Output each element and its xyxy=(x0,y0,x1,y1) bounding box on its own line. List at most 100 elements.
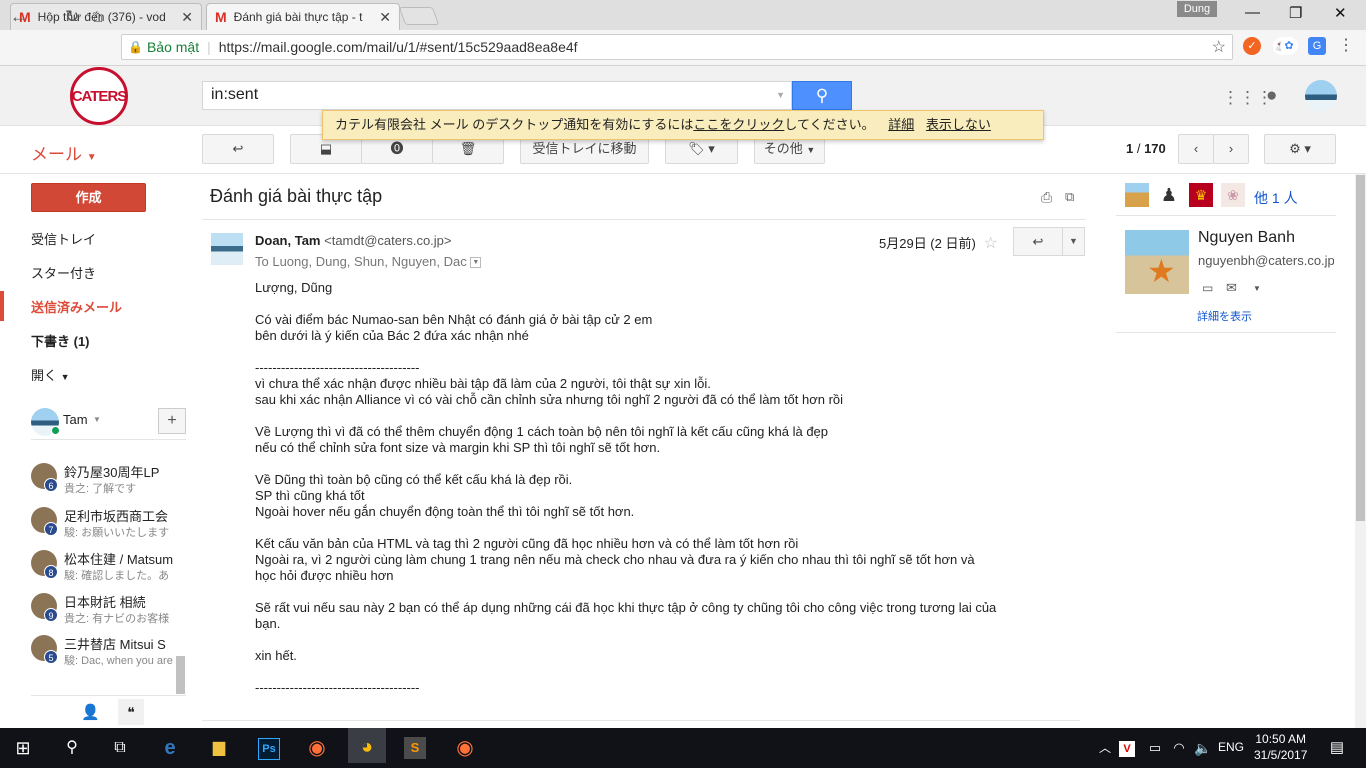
home-icon[interactable]: ⌂ xyxy=(93,7,103,27)
print-icon[interactable]: ⎙ xyxy=(1041,189,1052,206)
participant-avatar[interactable] xyxy=(1125,183,1149,207)
minimize-icon[interactable]: — xyxy=(1245,4,1260,21)
chat-snippet: 駿: お願いいたします xyxy=(64,527,170,539)
system-clock[interactable]: 10:50 AM 31/5/2017 xyxy=(1254,731,1307,763)
add-chat-button[interactable]: + xyxy=(158,408,186,434)
notif-details-link[interactable]: 詳細 xyxy=(888,117,914,132)
extension-blue-icon[interactable]: ✿ xyxy=(1280,37,1298,55)
new-tab-button[interactable] xyxy=(398,7,440,25)
url-bar[interactable]: 🔒 Bảo mật | https://mail.google.com/mail… xyxy=(121,34,1233,60)
bookmark-star-icon[interactable]: ☆ xyxy=(1212,37,1226,57)
nav-starred[interactable]: スター付き xyxy=(31,263,96,282)
forward-icon[interactable]: → xyxy=(38,7,55,27)
participant-avatar[interactable]: ❀ xyxy=(1221,183,1245,207)
scrollbar-thumb[interactable] xyxy=(1356,175,1365,521)
mail-icon[interactable]: ✉ xyxy=(1226,280,1237,296)
chat-bubble-icon[interactable]: ▭ xyxy=(1202,281,1213,295)
contact-name[interactable]: Nguyen Banh xyxy=(1198,229,1295,247)
browser-menu-icon[interactable]: ⋮ xyxy=(1337,37,1355,55)
pager-total: 170 xyxy=(1144,141,1166,156)
language-indicator[interactable]: ENG xyxy=(1218,740,1244,754)
maximize-icon[interactable]: ❐ xyxy=(1289,4,1302,22)
gmail-icon: M xyxy=(215,9,227,25)
star-icon[interactable]: ☆ xyxy=(983,235,997,252)
photoshop-icon[interactable]: Ps xyxy=(254,733,284,763)
browser-tab-active[interactable]: M Đánh giá bài thực tập - t ✕ xyxy=(206,3,400,30)
search-icon[interactable]: ⚲ xyxy=(57,733,87,763)
settings-button[interactable]: ⚙ ▾ xyxy=(1264,134,1336,164)
body-line: Lượng, Dũng xyxy=(255,280,333,295)
volume-icon[interactable]: 🔈 xyxy=(1188,733,1218,763)
contacts-icon[interactable]: 👤 xyxy=(81,703,100,721)
account-avatar[interactable] xyxy=(1305,80,1337,112)
windows-start-icon[interactable]: ⊞ xyxy=(8,733,38,763)
file-explorer-icon[interactable]: ▆ xyxy=(204,733,234,763)
chat-item[interactable]: 7 足利市坂西商工会 駿: お願いいたします xyxy=(31,504,181,546)
chat-item[interactable]: 5 三井替店 Mitsui S 駿: Dac, when you are xyxy=(31,632,181,674)
older-button[interactable]: › xyxy=(1213,134,1249,164)
show-details-icon[interactable]: ▼ xyxy=(470,257,482,269)
chat-snippet: 駿: 確認しました。あ xyxy=(64,570,170,582)
nav-more[interactable]: 開く ▼ xyxy=(31,365,70,384)
antivirus-icon[interactable]: V xyxy=(1116,733,1138,763)
search-input[interactable]: in:sent ▼ xyxy=(202,81,792,110)
firefox-icon[interactable]: ◉ xyxy=(450,733,480,763)
firefox-icon[interactable]: ◉ xyxy=(302,733,332,763)
edge-icon[interactable]: e xyxy=(155,733,185,763)
participant-avatar[interactable]: ♟ xyxy=(1157,183,1181,207)
search-button[interactable]: ⚲ xyxy=(792,81,852,110)
body-line: SP thì cũng khá tốt xyxy=(255,488,365,503)
newer-button[interactable]: ‹ xyxy=(1178,134,1214,164)
compose-button[interactable]: 作成 xyxy=(31,183,146,212)
hangouts-scrollbar[interactable] xyxy=(176,656,185,694)
chevron-down-icon: ▼ xyxy=(93,415,101,424)
recipients-line: To Luong, Dung, Shun, Nguyen, Dac ▼ xyxy=(255,254,482,269)
notif-enable-link[interactable]: ここをクリック xyxy=(693,117,784,132)
nav-inbox[interactable]: 受信トレイ xyxy=(31,229,96,248)
chat-item[interactable]: 8 松本住建 / Matsum 駿: 確認しました。あ xyxy=(31,547,181,589)
chevron-right-icon: › xyxy=(1228,141,1234,156)
show-details-link[interactable]: 詳細を表示 xyxy=(1197,308,1252,324)
task-view-icon[interactable]: ⧉ xyxy=(105,733,135,763)
action-center-icon[interactable]: ▤ xyxy=(1322,733,1352,763)
hangouts-icon[interactable]: ❝ xyxy=(118,699,144,725)
body-line xyxy=(255,632,1085,648)
sender-name[interactable]: Doan, Tam xyxy=(255,233,321,248)
back-to-sent-button[interactable]: ↩ xyxy=(202,134,274,164)
hangouts-me[interactable]: Tam ▼ + xyxy=(31,408,186,436)
sublime-icon[interactable]: S xyxy=(400,733,430,763)
chat-item[interactable]: 9 日本財託 相続 貴之: 有ナビのお客様 xyxy=(31,590,181,632)
translate-icon[interactable]: G xyxy=(1308,37,1326,55)
reply-button[interactable]: ↩ xyxy=(1013,227,1063,256)
participant-avatar[interactable]: ♛ xyxy=(1189,183,1213,207)
sender-avatar[interactable] xyxy=(211,233,243,265)
chevron-down-icon[interactable]: ▼ xyxy=(1253,284,1261,293)
search-options-icon[interactable]: ▼ xyxy=(776,90,785,100)
reload-icon[interactable]: ↻ xyxy=(65,7,79,27)
chat-item[interactable]: 6 鈴乃屋30周年LP 貴之: 了解です xyxy=(31,460,181,502)
chevron-down-icon: ▼ xyxy=(1069,236,1078,246)
nav-drafts[interactable]: 下書き (1) xyxy=(31,331,90,350)
close-icon[interactable]: ✕ xyxy=(379,9,391,26)
reply-more-button[interactable]: ▼ xyxy=(1062,227,1085,256)
company-logo[interactable]: CATERS xyxy=(70,67,128,125)
window-close-icon[interactable]: ✕ xyxy=(1334,4,1347,22)
back-icon[interactable]: ← xyxy=(10,7,27,27)
page-scrollbar[interactable] xyxy=(1355,174,1366,728)
nav-sent[interactable]: 送信済みメール xyxy=(31,297,122,316)
new-window-icon[interactable]: ⧉ xyxy=(1065,189,1074,205)
sender-email: <tamdt@caters.co.jp> xyxy=(324,233,452,248)
browser-user-chip[interactable]: Dung xyxy=(1177,1,1217,17)
more-people-link[interactable]: 他 1 人 xyxy=(1254,188,1298,208)
extension-orange-icon[interactable]: ✓ xyxy=(1243,37,1261,55)
nav-more-label: 開く xyxy=(31,368,58,383)
back-arrow-icon: ↩ xyxy=(232,141,244,156)
chrome-icon[interactable]: ◕ xyxy=(348,728,386,763)
notifications-icon[interactable]: ● xyxy=(1266,85,1277,107)
notif-dismiss-link[interactable]: 表示しない xyxy=(926,117,991,132)
contact-photo[interactable]: ★ xyxy=(1125,230,1189,294)
mail-menu[interactable]: メール ▼ xyxy=(31,140,97,165)
close-icon[interactable]: ✕ xyxy=(181,9,193,26)
hangouts-divider xyxy=(31,439,186,440)
member-count-badge: 8 xyxy=(44,565,58,579)
